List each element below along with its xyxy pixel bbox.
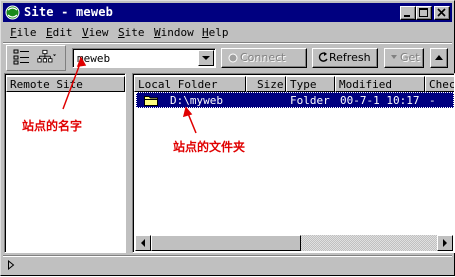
put-button[interactable] [430,48,448,68]
toolbar: meweb Connect Refresh Get [3,44,452,72]
expand-arrow-icon[interactable] [7,260,15,270]
column-header-modified[interactable]: Modified [335,76,425,92]
dreamweaver-icon [5,5,20,20]
chevron-down-icon [202,56,210,60]
file-list-row[interactable]: D:\myweb Folder 00-7-1 10:17 - [136,92,454,108]
menu-file[interactable]: File [10,26,37,39]
menu-help[interactable]: Help [202,26,229,39]
refresh-button[interactable]: Refresh [312,48,378,68]
scroll-left-button[interactable] [135,235,151,251]
row-checked: - [429,94,436,107]
connect-button[interactable]: Connect [221,48,307,68]
local-folder-pane[interactable]: Local Folder Size Type Modified Checked … [132,73,455,253]
menu-bar: File Edit View Site Window Help [3,24,452,42]
scrollbar-track[interactable] [151,235,437,251]
close-button[interactable] [434,6,450,20]
menu-view[interactable]: View [82,26,109,39]
row-modified: 00-7-1 10:17 [340,94,420,107]
menu-edit[interactable]: Edit [46,26,73,39]
minimize-icon [404,15,410,17]
scroll-right-button[interactable] [437,235,453,251]
site-name-annotation: 站点的名字 [22,119,83,133]
horizontal-scrollbar[interactable] [135,235,453,251]
chevron-left-icon [141,239,145,247]
column-header-local-folder[interactable]: Local Folder [134,76,246,92]
menu-site[interactable]: Site [118,26,145,39]
site-select-dropdown-button[interactable] [198,50,214,66]
window-title: Site - meweb [24,5,114,19]
get-label: Get [400,51,420,64]
site-select-value: meweb [77,52,111,65]
site-files-view-icon[interactable] [12,48,32,66]
scrollbar-thumb[interactable] [151,235,301,251]
column-header-size[interactable]: Size [246,76,286,92]
site-select[interactable]: meweb [72,48,216,68]
refresh-label: Refresh [329,51,371,64]
row-type: Folder [290,94,330,107]
remote-site-header[interactable]: Remote Site [6,76,125,92]
menu-window[interactable]: Window [154,26,194,39]
column-header-checked[interactable]: Checked [425,76,454,92]
column-header-type[interactable]: Type [286,76,335,92]
chevron-right-icon [443,239,447,247]
connect-icon [228,53,238,63]
site-folder-annotation: 站点的文件夹 [173,140,246,154]
site-window: Site - meweb File Edit View Site Window … [0,0,455,276]
get-button[interactable]: Get [384,48,424,68]
status-bar [3,257,452,273]
maximize-button[interactable] [416,6,432,20]
remote-site-pane[interactable]: Remote Site [4,73,126,253]
connect-label: Connect [240,51,286,64]
up-arrow-icon [435,55,443,60]
folder-icon [144,96,158,106]
close-icon [437,8,446,17]
refresh-icon [318,52,328,62]
down-arrow-icon [391,55,397,59]
row-name: D:\myweb [170,94,223,107]
site-map-view-icon[interactable] [37,48,57,66]
minimize-button[interactable] [400,6,416,20]
title-bar[interactable]: Site - meweb [3,3,452,22]
maximize-icon [419,8,428,17]
